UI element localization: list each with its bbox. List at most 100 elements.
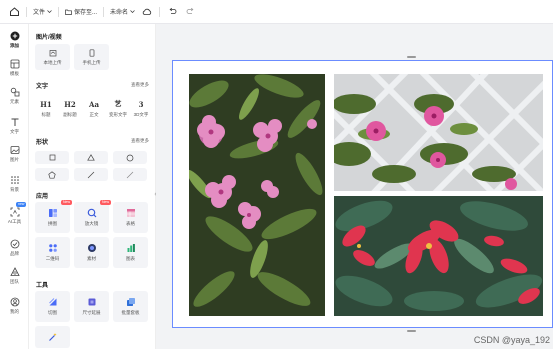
redo-icon[interactable] (184, 6, 196, 18)
local-upload-button[interactable]: 本地上传 (35, 44, 70, 70)
triangle-shape-icon (87, 154, 95, 161)
tile-label: 手机上传 (82, 59, 101, 65)
square-shape-button[interactable] (35, 151, 69, 164)
batch-icon (126, 298, 135, 306)
doc-title[interactable]: 未命名 (110, 7, 135, 16)
rail-item-element[interactable]: 元素 (0, 86, 29, 105)
tile-label: 图表 (126, 256, 135, 261)
rail-item-background[interactable]: 背景 (0, 174, 29, 193)
add-icon (9, 30, 20, 41)
text-style-title[interactable]: H1 标题 (35, 93, 57, 124)
text-style-3d[interactable]: 3 3D文字 (129, 93, 153, 124)
text-style-warp[interactable]: 艺 变形文字 (107, 93, 129, 124)
chart-app-button[interactable]: 图表 (113, 237, 148, 268)
rail-label: 模板 (10, 71, 19, 76)
new-badge: New (60, 200, 72, 205)
rail-item-template[interactable]: 模板 (0, 58, 29, 77)
file-menu-label: 文件 (33, 10, 46, 16)
slice-tool-button[interactable]: 切图 (35, 291, 70, 322)
save-to-label: 保存至... (74, 10, 98, 16)
home-icon[interactable] (8, 6, 20, 18)
bottom-resize-handle[interactable] (407, 330, 416, 332)
material-app-button[interactable]: 素材 (74, 237, 109, 268)
tile-label: 拼图 (48, 221, 57, 226)
section-title-text: 文字 (36, 84, 49, 90)
element-icon (9, 86, 20, 97)
batch-tool-button[interactable]: 批量套板 (113, 291, 148, 322)
local-upload-icon (49, 49, 56, 56)
collage-photo-top-right[interactable] (334, 74, 543, 191)
resize-tool-button[interactable]: 尺寸延展 (74, 291, 109, 322)
toolbar-divider (58, 6, 60, 17)
tile-label: 批量套板 (121, 310, 140, 315)
rail-label: AI工具 (7, 219, 22, 224)
text-style-body[interactable]: Aa 正文 (83, 93, 105, 124)
table-icon (126, 209, 135, 217)
undo-icon[interactable] (166, 6, 178, 18)
section-title-apps: 应用 (36, 194, 49, 200)
table-app-button[interactable]: 表格 (113, 202, 148, 233)
team-icon (9, 266, 20, 277)
line-shape-button[interactable] (74, 168, 108, 181)
toolbar-divider (103, 6, 105, 17)
phone-upload-button[interactable]: 手机上传 (74, 44, 109, 70)
save-to-menu[interactable]: 保存至... (65, 7, 97, 16)
diagonal-line-shape-icon (126, 171, 134, 178)
tile-label: 表格 (126, 221, 135, 226)
circle-shape-button[interactable] (113, 151, 147, 164)
rail-label: 图片 (10, 157, 19, 162)
magnifier-icon (87, 208, 96, 218)
line-shape-icon (87, 171, 95, 178)
qrcode-icon (48, 244, 57, 252)
resize-icon (88, 298, 95, 306)
tile-label: 本地上传 (43, 59, 62, 65)
chevron-down-icon (47, 10, 52, 13)
collage-photo-left[interactable] (189, 74, 325, 316)
top-resize-handle[interactable] (407, 56, 416, 58)
tile-label: 正文 (89, 111, 99, 117)
tile-label: 素材 (87, 256, 96, 261)
cloud-sync-icon[interactable] (141, 6, 153, 18)
magic-wand-tool-button[interactable] (35, 326, 70, 348)
pentagon-shape-icon (48, 170, 56, 179)
doc-title-label: 未命名 (110, 10, 129, 16)
h2-glyph: H2 (64, 99, 76, 109)
slice-icon (48, 298, 56, 306)
toolbar-divider (26, 6, 27, 17)
collage-icon (48, 209, 57, 217)
collage-photo-bottom-right[interactable] (334, 196, 543, 316)
3d-glyph: 3 (138, 99, 144, 109)
aa-glyph: Aa (89, 99, 99, 109)
diagonal-line-shape-button[interactable] (113, 168, 147, 181)
tile-label: 切图 (48, 310, 57, 315)
my-icon (9, 296, 20, 307)
section-title-media: 图片/视频 (36, 35, 62, 41)
toolbar-divider (159, 6, 161, 17)
rail-item-my[interactable]: 我的 (0, 296, 29, 315)
text-style-subtitle[interactable]: H2 副标题 (59, 93, 81, 124)
qrcode-app-button[interactable]: 二维码 (35, 237, 70, 268)
rail-item-team[interactable]: 团队 (0, 266, 29, 285)
chevron-down-icon (130, 10, 135, 13)
tile-label: 3D文字 (133, 111, 149, 117)
section-title-tools: 工具 (36, 283, 49, 289)
rail-item-text[interactable]: 文字 (0, 116, 29, 135)
text-see-more-link[interactable]: 查看更多 (131, 82, 149, 88)
collage-app-button[interactable]: New 拼图 (35, 200, 72, 233)
triangle-shape-button[interactable] (74, 151, 108, 164)
new-badge: New (99, 200, 111, 205)
rail-item-ai-tool[interactable]: new AI工具 (0, 202, 29, 225)
circle-shape-icon (126, 154, 134, 161)
chart-icon (127, 244, 135, 252)
rail-item-image[interactable]: 图片 (0, 144, 29, 163)
rail-label: 添加 (10, 43, 19, 48)
shapes-see-more-link[interactable]: 查看更多 (131, 138, 149, 144)
file-menu[interactable]: 文件 (33, 7, 52, 16)
material-icon (87, 244, 96, 252)
rail-item-add[interactable]: 添加 (0, 30, 29, 49)
magnifier-app-button[interactable]: New 放大镜 (74, 200, 111, 233)
watermark: CSDN @yaya_192 (473, 335, 550, 345)
rail-item-brand[interactable]: 品牌 (0, 238, 29, 257)
pentagon-shape-button[interactable] (35, 168, 69, 181)
section-title-shapes: 形状 (36, 140, 49, 146)
